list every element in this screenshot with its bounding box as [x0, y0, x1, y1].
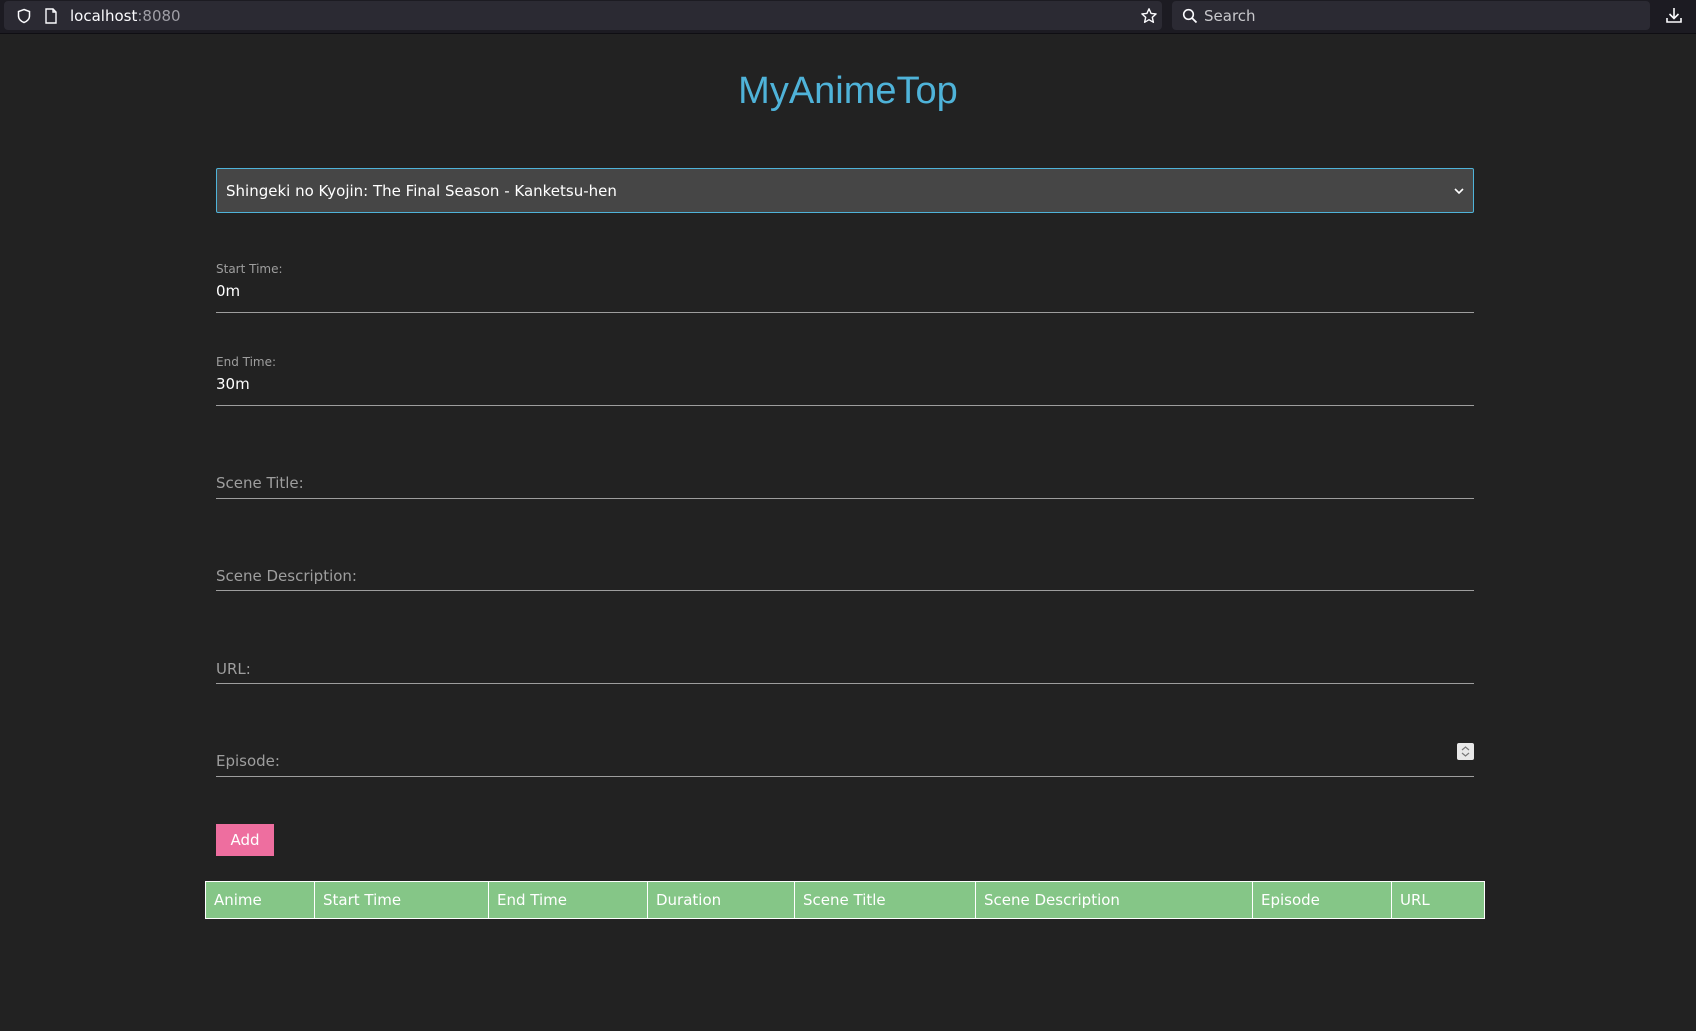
end-time-field[interactable]: End Time: 30m: [216, 353, 1474, 406]
url-port: :8080: [137, 7, 181, 25]
start-time-label: Start Time:: [216, 262, 283, 276]
download-icon[interactable]: [1665, 6, 1683, 24]
url-field[interactable]: URL:: [216, 656, 1474, 686]
star-icon[interactable]: [1140, 7, 1158, 25]
browser-search-placeholder: Search: [1204, 7, 1256, 25]
table-header-url: URL: [1391, 881, 1485, 919]
spinner-icon[interactable]: [1457, 743, 1474, 760]
url-text[interactable]: localhost:8080: [70, 7, 181, 25]
browser-search-bar[interactable]: Search: [1172, 1, 1650, 30]
anime-select-value: Shingeki no Kyojin: The Final Season - K…: [226, 182, 617, 200]
start-time-underline: [216, 312, 1474, 313]
table-header-anime: Anime: [205, 881, 315, 919]
episode-underline: [216, 776, 1474, 777]
url-bar[interactable]: localhost:8080: [4, 1, 1162, 30]
scene-title-field[interactable]: Scene Title:: [216, 470, 1474, 500]
start-time-field[interactable]: Start Time: 0m: [216, 260, 1474, 313]
scene-title-underline: [216, 498, 1474, 499]
page-icon: [45, 8, 57, 24]
table-header-start-time: Start Time: [314, 881, 489, 919]
scenes-table: Anime Start Time End Time Duration Scene…: [205, 881, 1485, 919]
chevron-down-icon: [1454, 188, 1464, 195]
scene-description-placeholder: Scene Description:: [216, 567, 357, 585]
end-time-label: End Time:: [216, 355, 277, 369]
url-underline: [216, 683, 1474, 684]
end-time-value[interactable]: 30m: [216, 375, 250, 393]
page-title: MyAnimeTop: [738, 70, 958, 112]
search-icon: [1182, 8, 1198, 24]
anime-select[interactable]: Shingeki no Kyojin: The Final Season - K…: [216, 168, 1474, 213]
table-header-duration: Duration: [647, 881, 795, 919]
end-time-underline: [216, 405, 1474, 406]
scene-title-placeholder: Scene Title:: [216, 474, 304, 492]
url-host: localhost: [70, 7, 138, 25]
table-header-scene-title: Scene Title: [794, 881, 976, 919]
table-header-row: Anime Start Time End Time Duration Scene…: [205, 881, 1485, 919]
table-header-episode: Episode: [1252, 881, 1392, 919]
episode-field[interactable]: Episode:: [216, 743, 1474, 778]
start-time-value[interactable]: 0m: [216, 282, 240, 300]
scene-description-field[interactable]: Scene Description:: [216, 563, 1474, 593]
shield-icon[interactable]: [16, 8, 32, 24]
scene-description-underline: [216, 590, 1474, 591]
episode-placeholder: Episode:: [216, 752, 280, 770]
add-button[interactable]: Add: [216, 824, 274, 856]
url-placeholder: URL:: [216, 660, 251, 678]
browser-toolbar: localhost:8080 Search: [0, 0, 1696, 34]
table-header-end-time: End Time: [488, 881, 648, 919]
table-header-scene-description: Scene Description: [975, 881, 1253, 919]
